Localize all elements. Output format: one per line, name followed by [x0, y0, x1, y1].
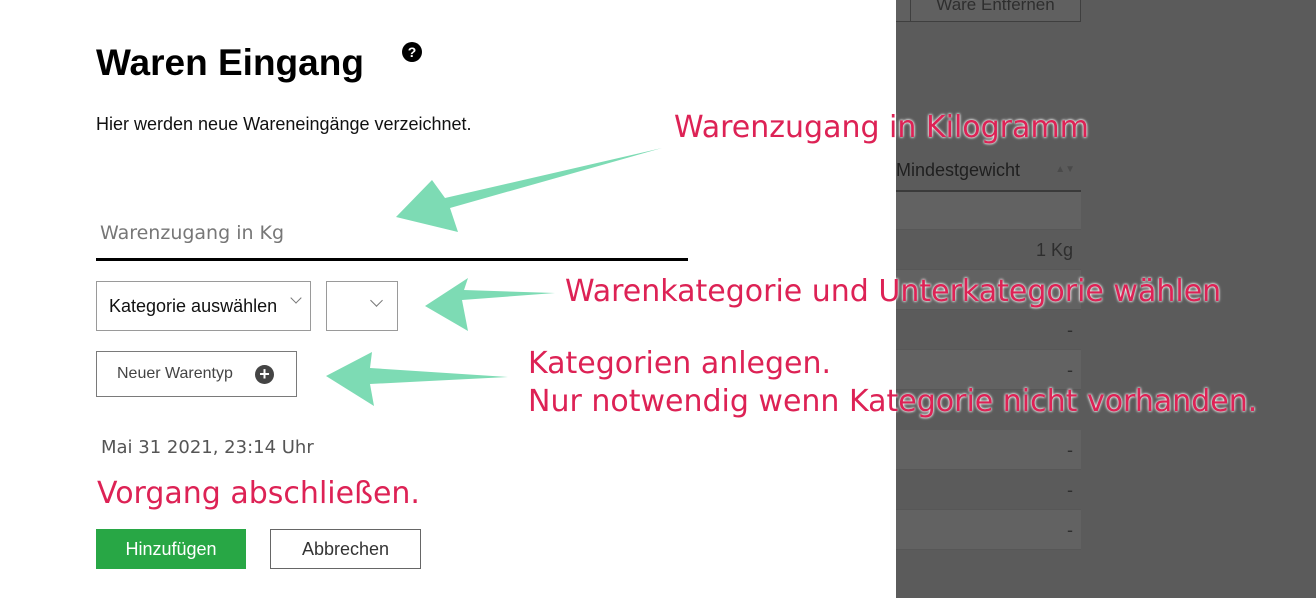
annotation-new-type-line1: Kategorien anlegen.: [528, 346, 832, 381]
arrow-category: [425, 278, 555, 331]
annotation-kg: Warenzugang in Kilogramm: [674, 110, 1089, 145]
annotation-new-type: Kategorien anlegen. Nur notwendig wenn K…: [528, 345, 1257, 421]
arrow-kg: [396, 148, 662, 232]
arrow-new-type: [326, 352, 508, 406]
annotation-category: Warenkategorie und Unterkategorie wählen: [565, 274, 1222, 309]
annotation-new-type-line2: Nur notwendig wenn Kategorie nicht vorha…: [528, 384, 1258, 419]
annotation-finish: Vorgang abschließen.: [97, 476, 420, 511]
